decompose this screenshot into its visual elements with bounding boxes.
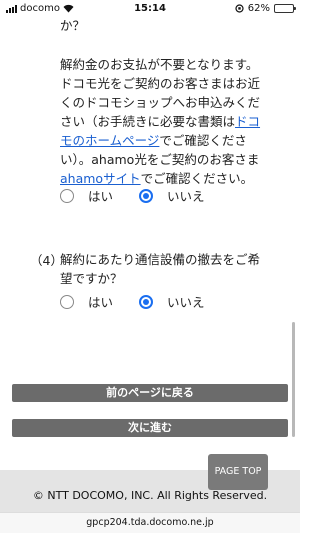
- radio-checked-icon[interactable]: [139, 294, 154, 309]
- status-right: 62%: [235, 3, 296, 14]
- battery-icon: [274, 4, 296, 13]
- section3-line-1: 解約金のお支払が不要となります。: [60, 57, 259, 72]
- scrollbar[interactable]: [292, 322, 295, 437]
- page-top-button[interactable]: PAGE TOP: [208, 454, 268, 490]
- radio-checked-icon[interactable]: [139, 188, 154, 203]
- next-button[interactable]: 次に進む: [12, 419, 288, 437]
- section3-radio-group: はい いいえ: [60, 186, 231, 205]
- copyright: © NTT DOCOMO, INC. All Rights Reserved.: [32, 489, 268, 502]
- section3-top-line: か？: [60, 18, 86, 33]
- section3-line-5-text: でご確認くださ: [159, 133, 247, 148]
- option-label: いいえ: [167, 295, 205, 310]
- section3-option-yes[interactable]: はい: [60, 186, 113, 205]
- section4-option-no[interactable]: いいえ: [139, 292, 205, 311]
- section3-line-4-text: さい（お手続きに必要な書類は: [60, 114, 236, 129]
- section4-question-line-1: 解約にあたり通信設備の撤去をご希: [60, 252, 261, 267]
- section3-line-7-text: でご確認ください。: [140, 171, 254, 186]
- section3-line-4: さい（お手続きに必要な書類はドコ: [60, 112, 282, 131]
- section3-line-2: ドコモ光をご契約のお客さまはお近: [60, 76, 261, 91]
- section4-option-yes[interactable]: はい: [60, 292, 113, 311]
- section3-body: 解約金のお支払が不要となります。 ドコモ光をご契約のお客さまはお近 くのドコモシ…: [60, 55, 282, 188]
- section3-line-6: い）。ahamo光をご契約のお客さま: [60, 152, 260, 167]
- section3-line-3: くのドコモショップへお申込みくだ: [60, 95, 261, 110]
- option-label: はい: [88, 295, 114, 310]
- section4-question-line-2: 望ですか？: [60, 271, 123, 286]
- battery-percent: 62%: [247, 3, 270, 14]
- docomo-homepage-link-start[interactable]: ドコ: [235, 114, 260, 129]
- question-number: （4）: [30, 253, 63, 268]
- section4-question: 解約にあたり通信設備の撤去をご希 望ですか？: [60, 250, 282, 288]
- url-bar[interactable]: gpcp204.tda.docomo.ne.jp: [0, 512, 300, 533]
- option-label: いいえ: [167, 189, 205, 204]
- radio-unchecked-icon[interactable]: [60, 188, 74, 203]
- section3-option-no[interactable]: いいえ: [139, 186, 205, 205]
- radio-unchecked-icon[interactable]: [60, 294, 74, 309]
- docomo-homepage-link[interactable]: モのホームページ: [60, 133, 159, 148]
- section3-line-5: モのホームページでご確認くださ: [60, 131, 282, 150]
- orientation-lock-icon: [235, 4, 244, 13]
- back-button[interactable]: 前のページに戻る: [12, 384, 288, 402]
- section4-radio-group: はい いいえ: [60, 292, 231, 311]
- ahamo-site-link[interactable]: ahamoサイト: [60, 171, 141, 186]
- option-label: はい: [88, 189, 114, 204]
